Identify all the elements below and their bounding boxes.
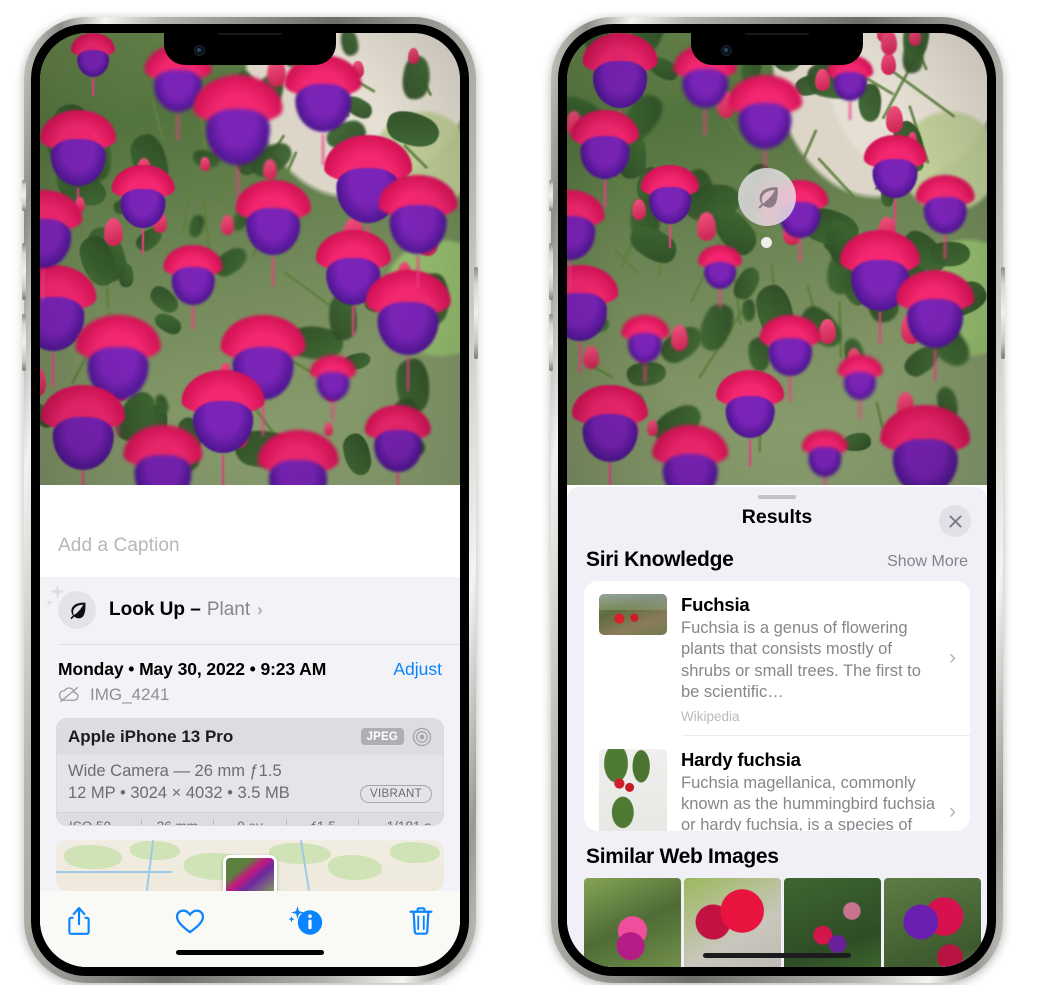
look-up-badge: [45, 583, 96, 629]
knowledge-row[interactable]: Fuchsia Fuchsia is a genus of flowering …: [584, 581, 970, 734]
volume-down-button[interactable]: [549, 314, 553, 371]
trash-icon[interactable]: [408, 906, 434, 936]
home-indicator-left[interactable]: [40, 937, 460, 967]
look-up-label-wrap: Look Up – Plant ›: [109, 599, 263, 621]
volume-down-button[interactable]: [22, 314, 26, 371]
earpiece-speaker: [744, 33, 810, 35]
date-row: Monday • May 30, 2022 • 9:23 AM Adjust: [40, 645, 460, 680]
siri-knowledge-header: Siri Knowledge Show More: [567, 536, 987, 581]
photo-viewer-right[interactable]: [567, 33, 987, 485]
volume-up-button[interactable]: [549, 243, 553, 300]
photo-vignette: [567, 33, 987, 485]
similar-image-item[interactable]: [884, 877, 981, 967]
share-icon[interactable]: [66, 906, 92, 936]
phone-left-screen: Add a Caption Look Up – Plant › Monday •…: [40, 33, 460, 967]
front-camera-icon: [194, 45, 205, 56]
siri-knowledge-card: Fuchsia Fuchsia is a genus of flowering …: [584, 581, 970, 831]
siri-knowledge-title: Siri Knowledge: [586, 548, 734, 572]
exif-row: ISO 50 26 mm 0 ev ƒ1.5 1/181 s: [57, 811, 443, 826]
adjust-button[interactable]: Adjust: [393, 659, 442, 680]
info-sparkle-icon[interactable]: [288, 905, 325, 937]
visual-lookup-anchor-dot: [761, 237, 772, 248]
metadata-lens-block: Wide Camera — 26 mm ƒ1.5 12 MP • 3024 × …: [57, 754, 443, 812]
caption-field[interactable]: Add a Caption: [40, 515, 460, 577]
phone-left: Add a Caption Look Up – Plant › Monday •…: [22, 17, 478, 983]
phone-right-bezel: Results Siri Knowledge Show More Fuchsia…: [558, 24, 996, 976]
photo-info-panel: Add a Caption Look Up – Plant › Monday •…: [40, 515, 460, 967]
aperture-icon: [412, 727, 432, 746]
power-button[interactable]: [474, 267, 478, 359]
knowledge-body: Fuchsia Fuchsia is a genus of flowering …: [681, 594, 957, 723]
chevron-right-icon: ›: [949, 800, 956, 824]
knowledge-description: Fuchsia is a genus of flowering plants t…: [681, 619, 921, 701]
screenshot-stage: Add a Caption Look Up – Plant › Monday •…: [0, 0, 1055, 985]
knowledge-description: Fuchsia magellanica, commonly known as t…: [681, 773, 936, 831]
metadata-badges: JPEG: [360, 727, 432, 747]
exif-aperture: ƒ1.5: [287, 819, 359, 825]
knowledge-thumbnail: [599, 748, 667, 831]
similar-web-images-title: Similar Web Images: [586, 844, 779, 868]
location-map[interactable]: [56, 840, 444, 892]
photo-vignette: [40, 33, 460, 485]
similar-image-item[interactable]: [584, 877, 681, 967]
visual-lookup-badge[interactable]: [738, 168, 796, 226]
photo-toolbar: [40, 891, 460, 938]
map-photo-pin[interactable]: [223, 855, 277, 892]
exif-shutter: 1/181 s: [359, 819, 434, 825]
silent-switch[interactable]: [549, 180, 553, 211]
metadata-card[interactable]: Apple iPhone 13 Pro JPEG Wide Camera — 2…: [56, 717, 444, 827]
volume-up-button[interactable]: [22, 243, 26, 300]
photo-viewer-left[interactable]: [40, 33, 460, 485]
close-icon[interactable]: [939, 505, 971, 538]
power-button[interactable]: [1001, 267, 1005, 359]
knowledge-body: Hardy fuchsia Fuchsia magellanica, commo…: [681, 749, 957, 831]
exif-iso: ISO 50: [66, 819, 141, 825]
style-badge: VIBRANT: [360, 784, 432, 803]
notch: [691, 33, 863, 65]
chevron-right-icon: ›: [257, 600, 263, 619]
knowledge-row[interactable]: Hardy fuchsia Fuchsia magellanica, commo…: [584, 736, 970, 831]
phone-right: Results Siri Knowledge Show More Fuchsia…: [549, 17, 1005, 983]
chevron-right-icon: ›: [949, 646, 956, 670]
exif-ev: 0 ev: [214, 819, 286, 825]
leaf-icon: [69, 602, 85, 619]
phone-right-screen: Results Siri Knowledge Show More Fuchsia…: [567, 33, 987, 967]
caption-placeholder: Add a Caption: [58, 535, 180, 556]
notch: [164, 33, 336, 65]
knowledge-source: Wikipedia: [681, 708, 740, 724]
knowledge-title: Hardy fuchsia: [681, 748, 801, 770]
similar-web-images-header: Similar Web Images: [567, 831, 987, 869]
home-indicator-right[interactable]: [703, 953, 851, 958]
format-badge: JPEG: [360, 728, 404, 746]
front-camera-icon: [721, 45, 732, 56]
results-sheet: Results Siri Knowledge Show More Fuchsia…: [567, 487, 987, 967]
cloud-slash-icon: [58, 687, 79, 703]
file-row: IMG_4241: [40, 680, 460, 718]
file-name: IMG_4241: [90, 684, 170, 704]
leaf-icon: [757, 186, 778, 209]
results-title: Results: [741, 506, 813, 529]
look-up-label: Look Up –: [109, 599, 201, 620]
silent-switch[interactable]: [22, 180, 26, 211]
look-up-category: Plant: [206, 599, 251, 620]
lens-line: Wide Camera — 26 mm ƒ1.5: [68, 761, 282, 780]
exif-focal: 26 mm: [142, 819, 214, 825]
look-up-row[interactable]: Look Up – Plant ›: [40, 577, 460, 644]
sparkle-icon-small: [45, 598, 54, 607]
show-more-button[interactable]: Show More: [887, 553, 968, 571]
map-canvas: [56, 840, 444, 892]
earpiece-speaker: [217, 33, 283, 35]
knowledge-thumbnail: [599, 594, 667, 636]
device-name: Apple iPhone 13 Pro: [68, 726, 234, 746]
metadata-device-row: Apple iPhone 13 Pro JPEG: [57, 718, 443, 755]
knowledge-title: Fuchsia: [681, 594, 750, 616]
heart-icon[interactable]: [175, 908, 205, 935]
photo-date: Monday • May 30, 2022 • 9:23 AM: [58, 658, 327, 679]
results-header: Results: [567, 499, 987, 538]
phone-left-bezel: Add a Caption Look Up – Plant › Monday •…: [31, 24, 469, 976]
